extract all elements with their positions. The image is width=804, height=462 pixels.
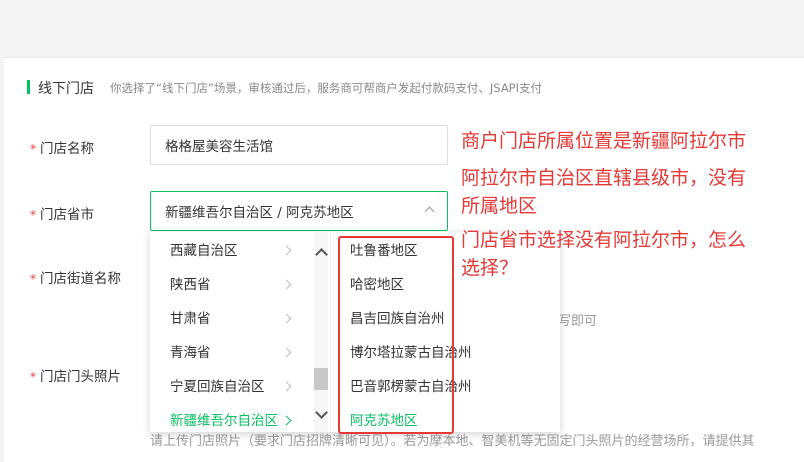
province-scrollbar[interactable] — [314, 232, 328, 432]
required-mark: * — [30, 142, 36, 156]
store-photo-label-text: 门店门头照片 — [40, 369, 121, 385]
section-hint: 你选择了“线下门店”场景，审核通过后，服务商可帮商户发起付款码支付、JSAPI支… — [110, 81, 543, 95]
chevron-right-icon — [281, 313, 292, 324]
annotation-line: 门店省市选择没有阿拉尔市，怎么 — [461, 229, 747, 251]
chevron-right-icon — [281, 245, 292, 256]
store-region-select[interactable]: 新疆维吾尔自治区 / 阿克苏地区 — [150, 191, 448, 231]
section-title: 线下门店 — [38, 81, 94, 97]
province-option[interactable]: 宁夏回族自治区 — [170, 370, 265, 404]
annotation-line: 商户门店所属位置是新疆阿拉尔市 — [461, 130, 747, 152]
store-street-hint: 写即可 — [558, 314, 598, 329]
chevron-right-icon — [281, 415, 292, 426]
store-name-label-text: 门店名称 — [40, 141, 94, 157]
chevron-right-icon — [281, 347, 292, 358]
required-mark: * — [30, 208, 36, 222]
province-scroll-thumb[interactable] — [314, 368, 328, 390]
province-option[interactable]: 甘肃省 — [170, 302, 211, 336]
chevron-right-icon — [281, 381, 292, 392]
section-accent-bar — [27, 80, 30, 94]
province-option-selected[interactable]: 新疆维吾尔自治区 — [170, 404, 278, 432]
store-name-label: * 门店名称 — [30, 137, 94, 157]
store-photo-label: * 门店门头照片 — [30, 365, 121, 385]
annotation-line: 阿拉尔市自治区直辖县级市，没有 — [461, 167, 747, 189]
store-name-input[interactable]: 格格屋美容生活馆 — [150, 125, 448, 165]
store-street-label: * 门店街道名称 — [30, 267, 121, 287]
required-mark: * — [30, 370, 36, 384]
annotation-line: 所属地区 — [461, 195, 538, 217]
province-list: 西藏自治区 陕西省 甘肃省 青海省 宁夏回族自治区 新疆维吾尔自治区 — [150, 232, 331, 432]
store-name-value: 格格屋美容生活馆 — [165, 139, 273, 155]
chevron-up-icon — [424, 206, 435, 217]
chevron-right-icon — [281, 279, 292, 290]
annotation-line: 选择？ — [461, 257, 519, 279]
required-mark: * — [30, 272, 36, 286]
store-street-label-text: 门店街道名称 — [40, 271, 121, 287]
store-region-label: * 门店省市 — [30, 203, 94, 223]
store-region-value: 新疆维吾尔自治区 / 阿克苏地区 — [165, 205, 354, 221]
annotation-highlight-box — [338, 236, 454, 434]
store-region-label-text: 门店省市 — [40, 207, 94, 223]
province-option[interactable]: 陕西省 — [170, 268, 211, 302]
province-option[interactable]: 青海省 — [170, 336, 211, 370]
province-option[interactable]: 西藏自治区 — [170, 234, 238, 268]
store-photo-hint: 请上传门店照片（要求门店招牌清晰可见）。若为摩本地、智美机等无固定门头照片的经营… — [150, 434, 755, 449]
